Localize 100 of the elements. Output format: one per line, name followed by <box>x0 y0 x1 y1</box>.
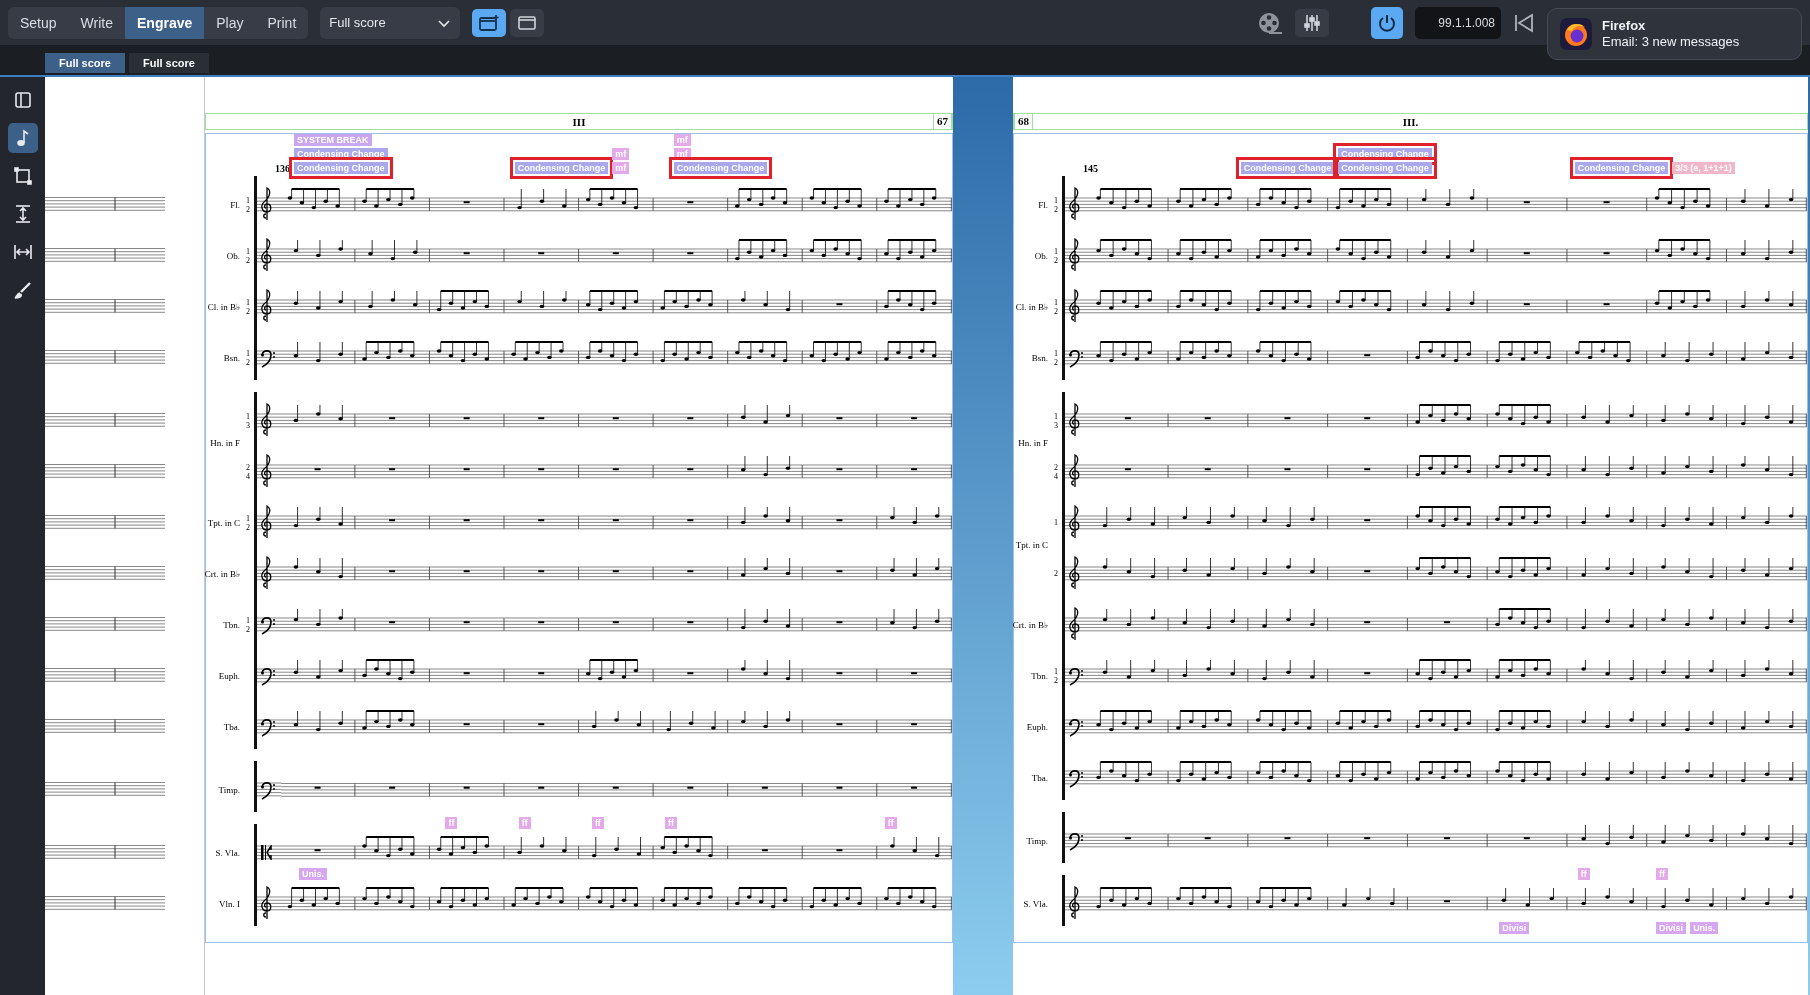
player-number: 2 <box>1054 306 1058 316</box>
player-number: 1 <box>1054 297 1058 307</box>
bar-number: 145 <box>1083 163 1098 174</box>
layout-tab[interactable]: Full score <box>45 53 125 73</box>
treble-clef-icon <box>257 236 281 272</box>
signpost-label[interactable]: ff <box>591 817 604 829</box>
treble-clef-icon <box>1065 503 1089 539</box>
instrument-name: Tpt. in C <box>207 517 241 528</box>
layout-tab[interactable]: Full score <box>128 53 209 73</box>
signpost-label[interactable]: mf <box>612 148 630 160</box>
player-number: 2 <box>1054 569 1058 578</box>
player-number: 2 <box>246 306 250 316</box>
signpost-label[interactable]: 3/3 (e, 1+1+1) <box>1672 162 1735 174</box>
signpost-label[interactable]: mf <box>612 162 630 174</box>
frame-icon <box>12 166 33 186</box>
treble-clef-icon <box>1065 236 1089 272</box>
instrument-name: Crt. in B♭ <box>204 568 241 579</box>
instrument-name: Ob. <box>1034 250 1049 261</box>
signpost-label[interactable]: mf <box>673 134 691 146</box>
mode-tab[interactable]: Play <box>204 6 256 39</box>
view-button[interactable] <box>472 8 507 37</box>
treble-clef-icon <box>257 503 281 539</box>
player-number: 1 <box>246 513 250 523</box>
signpost-label[interactable]: ff <box>884 817 897 829</box>
bass-clef-icon <box>257 616 281 636</box>
tool-button[interactable] <box>7 123 38 153</box>
layout-dropdown[interactable]: Full score <box>320 6 461 39</box>
player-number: 1 <box>246 348 250 358</box>
instrument-name: Timp. <box>1026 835 1049 846</box>
treble-clef-icon <box>1065 884 1089 920</box>
instrument-name: Vln. I <box>219 898 241 909</box>
mixer-button[interactable] <box>1295 8 1329 37</box>
treble-clef-icon <box>1065 287 1089 323</box>
instrument-name: Fl. <box>1038 199 1049 210</box>
player-number: 2 <box>1054 462 1058 472</box>
view-button[interactable] <box>510 8 545 37</box>
instrument-name: Timp. <box>218 784 241 795</box>
instrument-name: Tba. <box>223 721 241 732</box>
bass-clef-icon <box>1065 349 1089 369</box>
player-number: 1 <box>1054 348 1058 358</box>
page-view-icon <box>516 13 539 32</box>
signpost-label[interactable]: ff <box>1577 868 1590 880</box>
signpost-label[interactable]: ff <box>518 817 531 829</box>
mode-tab[interactable]: Engrave <box>125 6 205 39</box>
bass-clef-icon <box>257 781 281 801</box>
instrument-name: Hn. in F <box>1018 438 1049 448</box>
instrument-name: Euph. <box>1026 721 1049 732</box>
treble-clef-icon <box>1065 185 1089 221</box>
signpost-label[interactable]: ff <box>1656 868 1669 880</box>
player-number: 2 <box>1054 255 1058 265</box>
mode-tab[interactable]: Print <box>255 6 309 39</box>
player-number: 2 <box>246 204 250 214</box>
signpost-label[interactable]: ff <box>665 817 678 829</box>
browser-logo-icon <box>1560 18 1592 50</box>
treble-clef-icon <box>1065 554 1089 590</box>
instrument-name: Ob. <box>226 250 241 261</box>
player-number: 1 <box>1054 411 1058 421</box>
horizontal-spacing-icon <box>12 242 33 262</box>
player-number: 1 <box>246 246 250 256</box>
signpost-label[interactable]: SYSTEM BREAK <box>294 134 372 146</box>
brush-icon <box>12 280 33 300</box>
treble-clef-icon <box>257 185 281 221</box>
movement-title: III <box>572 115 586 128</box>
player-number: 2 <box>1054 675 1058 685</box>
player-number: 4 <box>246 471 250 481</box>
player-number: 1 <box>246 615 250 625</box>
player-number: 1 <box>246 411 250 421</box>
mode-tab[interactable]: Setup <box>8 6 69 39</box>
skip-to-start-icon[interactable] <box>1513 12 1535 33</box>
bass-clef-icon <box>257 349 281 369</box>
galley-view-icon <box>478 13 501 32</box>
instrument-name: S. Vla. <box>1023 898 1049 909</box>
instrument-name: Crt. in B♭ <box>1012 619 1049 630</box>
signpost-label[interactable]: ff <box>445 817 458 829</box>
power-button[interactable] <box>1371 6 1403 39</box>
signpost-label[interactable]: Divisi <box>1656 922 1687 934</box>
instrument-name: Fl. <box>230 199 241 210</box>
signpost-label[interactable]: Unis. <box>1690 922 1719 934</box>
instrument-name: Hn. in F <box>210 438 241 448</box>
signpost-label[interactable]: Divisi <box>1499 922 1530 934</box>
player-number: 2 <box>246 462 250 472</box>
instrument-name: Tbn. <box>223 619 241 630</box>
instrument-name: Cl. in B♭ <box>207 301 241 312</box>
power-icon <box>1377 12 1397 33</box>
film-reel-icon[interactable] <box>1257 10 1283 35</box>
bass-clef-icon <box>1065 769 1089 789</box>
treble-clef-icon <box>1065 401 1089 437</box>
notification-popup[interactable]: Firefox Email: 3 new messages <box>1547 8 1802 60</box>
movement-title: III. <box>1402 115 1419 128</box>
player-number: 1 <box>246 297 250 307</box>
bass-clef-icon <box>257 667 281 687</box>
player-number: 1 <box>246 195 250 205</box>
treble-clef-icon <box>257 884 281 920</box>
treble-clef-icon <box>257 401 281 437</box>
player-number: 2 <box>1054 357 1058 367</box>
player-number: 3 <box>1054 420 1058 430</box>
signpost-label[interactable]: Unis. <box>299 868 327 880</box>
player-number: 1 <box>1054 195 1058 205</box>
mode-tab[interactable]: Write <box>68 6 125 39</box>
instrument-name: Tba. <box>1031 772 1049 783</box>
